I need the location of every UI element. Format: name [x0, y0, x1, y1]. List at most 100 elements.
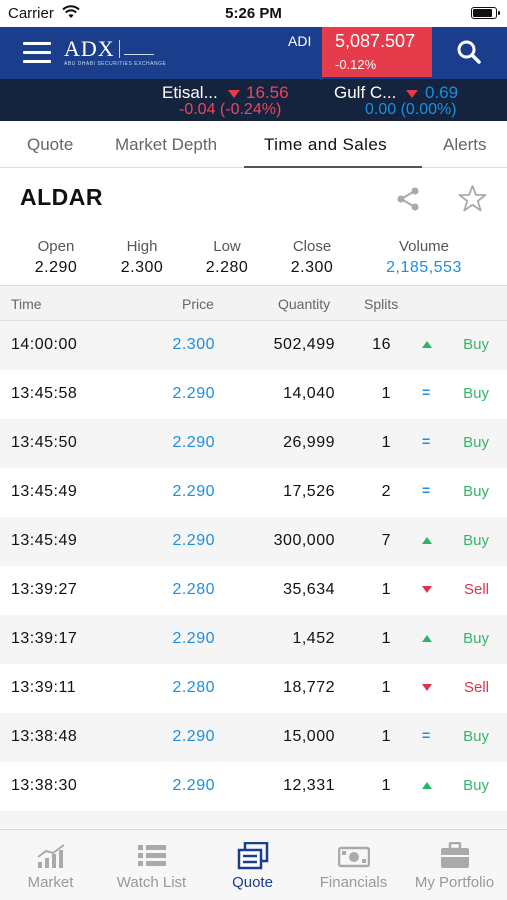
tab-alerts[interactable]: Alerts — [443, 121, 486, 168]
table-row[interactable]: 13:45:58 2.290 14,040 1 = Buy — [0, 370, 507, 419]
down-arrow-icon — [422, 586, 432, 593]
watch-list-icon — [138, 845, 166, 866]
trade-side: Buy — [463, 336, 489, 353]
trade-side: Buy — [463, 630, 489, 647]
tabbar-financials[interactable]: Financials — [303, 830, 404, 900]
status-bar: Carrier 5:26 PM — [0, 0, 507, 27]
open-label: Open — [37, 238, 75, 255]
trade-side: Buy — [463, 434, 489, 451]
search-icon[interactable] — [456, 39, 482, 65]
tabbar-market-label: Market — [27, 874, 74, 891]
up-arrow-icon — [422, 537, 432, 544]
trade-splits: 1 — [381, 777, 391, 794]
trade-price: 2.290 — [172, 630, 215, 647]
trade-splits: 2 — [381, 483, 391, 500]
ticker-delta: 0.00 (0.00%) — [365, 101, 457, 118]
table-row[interactable]: 13:39:27 2.280 35,634 1 Sell — [0, 566, 507, 615]
trade-price: 2.290 — [172, 434, 215, 451]
adx-logo: ADX ABU DHABI SECURITIES EXCHANGE — [64, 36, 167, 68]
table-row[interactable]: 13:45:49 2.290 300,000 7 Buy — [0, 517, 507, 566]
trade-splits: 1 — [381, 581, 391, 598]
tabbar-quote[interactable]: Quote — [202, 830, 303, 900]
trade-price: 2.290 — [172, 483, 215, 500]
trade-time: 14:00:00 — [11, 336, 78, 353]
column-time: Time — [11, 296, 42, 312]
close-value: 2.300 — [290, 259, 334, 276]
ticker-item[interactable]: Gulf C... 0.69 0.00 (0.00%) — [334, 83, 507, 118]
tabbar-my-portfolio-label: My Portfolio — [414, 874, 495, 891]
trade-splits: 1 — [381, 679, 391, 696]
table-row[interactable]: 13:45:49 2.290 17,526 2 = Buy — [0, 468, 507, 517]
down-arrow-icon — [406, 90, 418, 98]
trade-splits: 1 — [381, 385, 391, 402]
table-row[interactable]: 13:39:17 2.290 1,452 1 Buy — [0, 615, 507, 664]
table-row[interactable]: 14:00:00 2.300 502,499 16 Buy — [0, 321, 507, 370]
tab-market-depth[interactable]: Market Depth — [115, 121, 217, 168]
portfolio-icon — [441, 842, 469, 868]
table-row[interactable]: 13:38:48 2.290 15,000 1 = Buy — [0, 713, 507, 762]
tabbar-market[interactable]: Market — [0, 830, 101, 900]
quote-icon — [237, 842, 269, 870]
table-row[interactable]: 13:38:30 2.290 12,331 1 Buy — [0, 762, 507, 811]
volume-value: 2,185,553 — [386, 259, 462, 276]
tabbar-watch-list-label: Watch List — [116, 874, 187, 891]
index-change: -0.12% — [335, 57, 377, 72]
table-row[interactable]: 13:39:11 2.280 18,772 1 Sell — [0, 664, 507, 713]
equal-icon: = — [422, 384, 431, 400]
trade-quantity: 15,000 — [283, 728, 335, 745]
trade-time: 13:45:49 — [11, 483, 78, 500]
trade-quantity: 17,526 — [283, 483, 335, 500]
trade-side: Sell — [463, 679, 489, 696]
index-value: 5,087.507 — [335, 31, 416, 51]
app-header: ADX ABU DHABI SECURITIES EXCHANGE ADI 5,… — [0, 27, 507, 79]
trade-price: 2.280 — [172, 679, 215, 696]
trade-splits: 7 — [381, 532, 391, 549]
summary-open: Open 2.290 — [26, 238, 86, 277]
trade-side: Buy — [463, 532, 489, 549]
table-row[interactable] — [0, 811, 507, 829]
tab-time-and-sales[interactable]: Time and Sales — [264, 121, 387, 168]
tabbar-quote-label: Quote — [232, 874, 273, 891]
stock-symbol: ALDAR — [20, 184, 103, 210]
trade-quantity: 14,040 — [283, 385, 335, 402]
column-quantity: Quantity — [278, 296, 331, 312]
tabbar-my-portfolio[interactable]: My Portfolio — [404, 830, 505, 900]
trade-side: Buy — [463, 483, 489, 500]
trade-time: 13:39:11 — [11, 679, 77, 696]
index-box[interactable]: 5,087.507 -0.12% — [322, 27, 432, 77]
trade-price: 2.290 — [172, 532, 215, 549]
trade-side: Sell — [463, 581, 489, 598]
trade-price: 2.300 — [172, 336, 215, 353]
market-chart-icon — [37, 844, 65, 868]
share-icon[interactable] — [395, 186, 421, 212]
table-row[interactable]: 13:45:50 2.290 26,999 1 = Buy — [0, 419, 507, 468]
summary-low: Low 2.280 — [197, 238, 257, 277]
ticker-name: Gulf C... — [334, 83, 397, 102]
trade-splits: 1 — [381, 630, 391, 647]
favorite-star-icon[interactable] — [458, 184, 487, 213]
price-summary: Open 2.290 High 2.300 Low 2.280 Close 2.… — [0, 238, 507, 284]
trade-side: Buy — [463, 385, 489, 402]
trade-quantity: 35,634 — [283, 581, 335, 598]
index-label: ADI — [288, 33, 312, 49]
column-price: Price — [182, 296, 214, 312]
ticker-delta: -0.04 (-0.24%) — [179, 101, 282, 118]
trades-table[interactable]: 14:00:00 2.300 502,499 16 Buy 13:45:58 2.290 14… — [0, 321, 507, 829]
financials-icon — [338, 846, 370, 868]
tabbar-watch-list[interactable]: Watch List — [101, 830, 202, 900]
trade-time: 13:38:48 — [11, 728, 78, 745]
trade-quantity: 18,772 — [283, 679, 335, 696]
ticker-item[interactable]: Etisal... 16.56 -0.04 (-0.24%) — [162, 83, 332, 118]
trade-time: 13:45:49 — [11, 532, 78, 549]
trades-table-header: Time Price Quantity Splits — [0, 285, 507, 321]
down-arrow-icon — [228, 90, 240, 98]
trade-quantity: 300,000 — [273, 532, 335, 549]
open-value: 2.290 — [34, 259, 78, 276]
tab-quote[interactable]: Quote — [27, 121, 73, 168]
menu-icon[interactable] — [23, 42, 51, 64]
battery-icon — [471, 7, 500, 19]
tabbar-financials-label: Financials — [319, 874, 388, 891]
trade-price: 2.290 — [172, 728, 215, 745]
trade-splits: 1 — [381, 434, 391, 451]
detail-tabs: Quote Market Depth Time and Sales Alerts — [0, 121, 507, 168]
